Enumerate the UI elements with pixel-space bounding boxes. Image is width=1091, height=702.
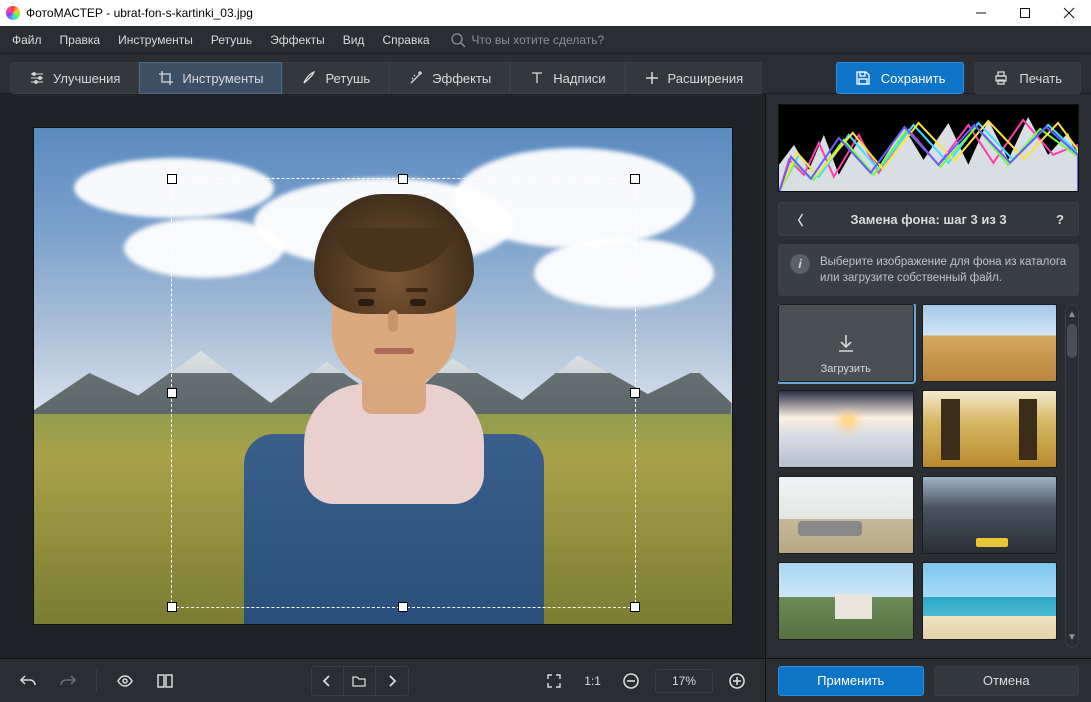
back-step-button[interactable]: 〈 xyxy=(789,210,805,229)
photo-preview[interactable] xyxy=(33,127,733,625)
redo-button[interactable] xyxy=(52,667,84,695)
crop-icon xyxy=(158,70,174,86)
maximize-button[interactable] xyxy=(1003,0,1047,26)
crop-handle[interactable] xyxy=(630,174,640,184)
crop-handle[interactable] xyxy=(167,602,177,612)
menu-search-placeholder: Что вы хотите сделать? xyxy=(472,33,605,47)
toggle-preview-button[interactable] xyxy=(109,667,141,695)
save-icon xyxy=(855,70,871,86)
brush-icon xyxy=(301,70,317,86)
crop-handle[interactable] xyxy=(630,602,640,612)
plus-icon xyxy=(644,70,660,86)
histogram xyxy=(778,104,1079,192)
menu-file[interactable]: Файл xyxy=(8,29,46,51)
window-title: ФотоМАСТЕР - ubrat-fon-s-kartinki_03.jpg xyxy=(26,6,253,20)
wand-icon xyxy=(408,70,424,86)
tool-tabs: Улучшения Инструменты Ретушь Эффекты Над… xyxy=(0,54,1091,94)
background-tile-town[interactable] xyxy=(778,562,914,640)
app-logo-icon xyxy=(6,6,20,20)
tab-text[interactable]: Надписи xyxy=(510,62,624,94)
open-folder-button[interactable] xyxy=(344,667,376,695)
background-tile-desert[interactable] xyxy=(922,304,1058,382)
nav-buttons xyxy=(311,666,409,696)
search-icon xyxy=(450,32,466,48)
panel-info: i Выберите изображение для фона из катал… xyxy=(778,244,1079,296)
tab-enhance[interactable]: Улучшения xyxy=(10,62,139,94)
text-icon xyxy=(529,70,545,86)
download-icon xyxy=(835,332,857,354)
upload-background-tile[interactable]: Загрузить xyxy=(778,304,914,382)
scroll-down-icon[interactable]: ▼ xyxy=(1067,632,1077,643)
upload-label: Загрузить xyxy=(779,363,913,375)
zoom-in-button[interactable] xyxy=(721,667,753,695)
tab-text-label: Надписи xyxy=(553,71,605,86)
cancel-button[interactable]: Отмена xyxy=(934,666,1080,696)
panel-info-text: Выберите изображение для фона из каталог… xyxy=(820,254,1067,286)
panel-footer: Применить Отмена xyxy=(766,658,1091,702)
undo-button[interactable] xyxy=(12,667,44,695)
prev-image-button[interactable] xyxy=(312,667,344,695)
crop-handle[interactable] xyxy=(630,388,640,398)
next-image-button[interactable] xyxy=(376,667,408,695)
print-button-label: Печать xyxy=(1019,71,1062,86)
tab-enhance-label: Улучшения xyxy=(53,71,120,86)
thumbnails-scrollbar[interactable]: ▲ ▼ xyxy=(1065,304,1079,648)
tab-effects-label: Эффекты xyxy=(432,71,491,86)
tab-retouch[interactable]: Ретушь xyxy=(282,62,389,94)
zoom-ratio-label[interactable]: 1:1 xyxy=(578,674,607,688)
background-tile-room[interactable] xyxy=(778,476,914,554)
background-tile-winter[interactable] xyxy=(778,390,914,468)
save-button[interactable]: Сохранить xyxy=(836,62,965,94)
window-titlebar: ФотоМАСТЕР - ubrat-fon-s-kartinki_03.jpg xyxy=(0,0,1091,26)
zoom-value[interactable]: 17% xyxy=(655,669,713,693)
tab-effects[interactable]: Эффекты xyxy=(389,62,510,94)
crop-frame[interactable] xyxy=(171,178,636,608)
apply-button-label: Применить xyxy=(817,673,884,688)
save-button-label: Сохранить xyxy=(881,71,946,86)
cancel-button-label: Отмена xyxy=(983,673,1030,688)
close-button[interactable] xyxy=(1047,0,1091,26)
tab-extensions-label: Расширения xyxy=(668,71,744,86)
background-tile-autumn[interactable] xyxy=(922,390,1058,468)
canvas-toolbar: 1:1 17% xyxy=(0,658,765,702)
info-icon: i xyxy=(790,254,810,274)
zoom-out-button[interactable] xyxy=(615,667,647,695)
menu-tools[interactable]: Инструменты xyxy=(114,29,197,51)
apply-button[interactable]: Применить xyxy=(778,666,924,696)
scroll-up-icon[interactable]: ▲ xyxy=(1067,309,1077,320)
minimize-button[interactable] xyxy=(959,0,1003,26)
right-panel: 〈 Замена фона: шаг 3 из 3 ? i Выберите и… xyxy=(766,94,1091,702)
compare-button[interactable] xyxy=(149,667,181,695)
background-tile-beach[interactable] xyxy=(922,562,1058,640)
crop-handle[interactable] xyxy=(398,602,408,612)
panel-header: 〈 Замена фона: шаг 3 из 3 ? xyxy=(778,202,1079,236)
background-tile-city[interactable] xyxy=(922,476,1058,554)
crop-handle[interactable] xyxy=(167,174,177,184)
tab-extensions[interactable]: Расширения xyxy=(625,62,763,94)
help-button[interactable]: ? xyxy=(1052,212,1068,227)
menu-help[interactable]: Справка xyxy=(378,29,433,51)
print-icon xyxy=(993,70,1009,86)
menu-effects[interactable]: Эффекты xyxy=(266,29,329,51)
print-button[interactable]: Печать xyxy=(974,62,1081,94)
panel-title: Замена фона: шаг 3 из 3 xyxy=(850,212,1006,227)
menu-search[interactable]: Что вы хотите сделать? xyxy=(450,32,605,48)
tab-retouch-label: Ретушь xyxy=(325,71,370,86)
menubar: Файл Правка Инструменты Ретушь Эффекты В… xyxy=(0,26,1091,54)
menu-view[interactable]: Вид xyxy=(339,29,369,51)
scroll-knob[interactable] xyxy=(1067,324,1077,358)
fit-screen-button[interactable] xyxy=(538,667,570,695)
crop-handle[interactable] xyxy=(398,174,408,184)
menu-retouch[interactable]: Ретушь xyxy=(207,29,256,51)
sliders-icon xyxy=(29,70,45,86)
canvas[interactable] xyxy=(0,94,765,658)
background-thumbnails: Загрузить xyxy=(778,304,1057,648)
tab-tools[interactable]: Инструменты xyxy=(139,62,282,94)
menu-edit[interactable]: Правка xyxy=(56,29,105,51)
crop-handle[interactable] xyxy=(167,388,177,398)
tab-tools-label: Инструменты xyxy=(182,71,263,86)
